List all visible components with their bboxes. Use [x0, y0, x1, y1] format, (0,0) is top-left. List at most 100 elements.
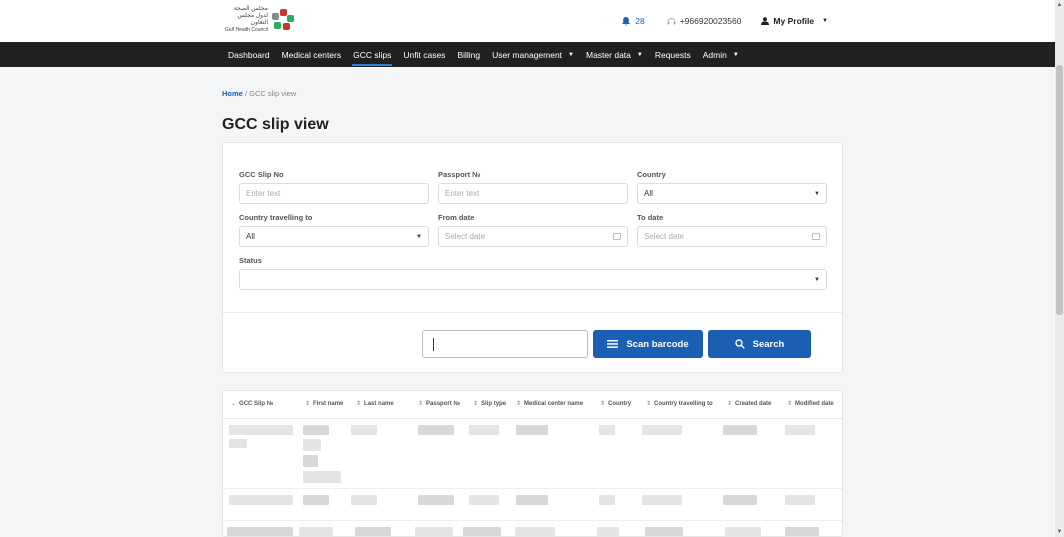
breadcrumb-current: GCC slip view: [249, 89, 297, 98]
my-profile-menu[interactable]: My Profile ▼: [761, 16, 832, 26]
column-country-travelling-to[interactable]: ⇕ Country travelling to: [646, 400, 713, 407]
passport-no-input[interactable]: Enter text: [438, 183, 628, 204]
sort-icon: ⇕: [356, 401, 362, 407]
redacted-cell: [229, 425, 293, 435]
nav-admin[interactable]: Admin ▼: [697, 42, 745, 67]
from-date-input[interactable]: Select date: [438, 226, 628, 247]
redacted-cell: [725, 527, 761, 536]
support-phone[interactable]: +966920023560: [667, 16, 742, 26]
scan-barcode-button[interactable]: Scan barcode: [593, 330, 703, 358]
redacted-cell: [418, 425, 454, 435]
sort-icon: ⇕: [418, 401, 424, 407]
gcc-slip-no-field: GCC Slip No Enter text: [239, 170, 429, 204]
redacted-cell: [303, 471, 341, 483]
nav-user-management[interactable]: User management ▼: [486, 42, 580, 67]
phone-number: +966920023560: [679, 16, 742, 26]
redacted-cell: [599, 495, 615, 505]
breadcrumb: Home / GCC slip view: [222, 89, 296, 98]
breadcrumb-separator: /: [244, 89, 248, 98]
logo-mark-icon: [272, 9, 294, 31]
redacted-cell: [599, 425, 615, 435]
redacted-cell: [303, 455, 318, 467]
redacted-cell: [645, 527, 683, 536]
redacted-cell: [723, 495, 757, 505]
passport-no-label: Passport №: [438, 170, 481, 179]
redacted-cell: [299, 527, 333, 536]
redacted-cell: [469, 425, 499, 435]
country-select[interactable]: All ▼: [637, 183, 827, 204]
redacted-cell: [642, 425, 682, 435]
gcc-slip-no-input[interactable]: Enter text: [239, 183, 429, 204]
column-medical-center-name[interactable]: ⇕ Medical center name: [516, 400, 583, 407]
column-slip-type[interactable]: ⇕ Slip type: [473, 400, 506, 407]
to-date-field: To date Select date: [637, 213, 827, 247]
barcode-icon: [607, 340, 619, 348]
nav-medical-centers[interactable]: Medical centers: [276, 42, 348, 67]
chevron-down-icon: ▼: [416, 233, 422, 240]
nav-billing[interactable]: Billing: [451, 42, 486, 67]
redacted-cell: [303, 425, 329, 435]
column-country[interactable]: ⇕ Country: [600, 400, 631, 407]
redacted-cell: [515, 527, 555, 536]
from-date-field: From date Select date: [438, 213, 628, 247]
card-divider: [223, 312, 842, 313]
redacted-cell: [469, 495, 499, 505]
sort-icon: ⇕: [600, 401, 606, 407]
scroll-down-arrow-icon[interactable]: ▼: [1055, 527, 1064, 537]
redacted-cell: [516, 495, 548, 505]
redacted-cell: [351, 425, 377, 435]
search-button[interactable]: Search: [708, 330, 811, 358]
barcode-input[interactable]: [422, 330, 588, 358]
column-passport-no[interactable]: ⇕ Passport №: [418, 400, 460, 407]
chevron-down-icon: ▼: [822, 18, 828, 24]
redacted-cell: [229, 439, 247, 448]
scroll-thumb[interactable]: [1056, 65, 1063, 315]
gulf-health-council-logo[interactable]: مجلس الصحة لدول مجلس التعاون Gulf Health…: [222, 4, 302, 36]
notifications-button[interactable]: 28: [622, 16, 645, 26]
nav-unfit-cases[interactable]: Unfit cases: [397, 42, 451, 67]
column-gcc-slip-no[interactable]: ⌄ GCC Slip №: [231, 400, 273, 407]
notification-count: 28: [635, 16, 645, 26]
sort-desc-icon: ⌄: [231, 401, 237, 407]
text-cursor: [433, 338, 434, 351]
redacted-cell: [355, 527, 391, 536]
to-date-label: To date: [637, 213, 664, 222]
table-row[interactable]: [223, 521, 842, 536]
nav-master-data[interactable]: Master data ▼: [580, 42, 649, 67]
chevron-down-icon: ▼: [814, 190, 820, 197]
nav-gcc-slips[interactable]: GCC slips: [347, 42, 397, 67]
top-header: مجلس الصحة لدول مجلس التعاون Gulf Health…: [0, 0, 1055, 42]
scroll-up-arrow-icon[interactable]: ▲: [1055, 0, 1064, 10]
redacted-cell: [303, 439, 321, 451]
table-row[interactable]: [223, 419, 842, 489]
sort-icon: ⇕: [516, 401, 522, 407]
status-label: Status: [239, 256, 262, 265]
logo-english: Gulf Health Council: [224, 27, 268, 33]
redacted-cell: [415, 527, 453, 536]
chevron-down-icon: ▼: [636, 51, 643, 58]
calendar-icon[interactable]: [812, 233, 820, 240]
redacted-cell: [516, 425, 548, 435]
country-label: Country: [637, 170, 666, 179]
nav-requests[interactable]: Requests: [649, 42, 697, 67]
country-travelling-to-field: Country travelling to All ▼: [239, 213, 429, 247]
country-travelling-to-select[interactable]: All ▼: [239, 226, 429, 247]
country-travelling-to-label: Country travelling to: [239, 213, 313, 222]
redacted-cell: [785, 495, 815, 505]
to-date-input[interactable]: Select date: [637, 226, 827, 247]
column-modified-date[interactable]: ⇕ Modified date: [787, 400, 834, 407]
column-first-name[interactable]: ⇕ First name: [305, 400, 343, 407]
table-header: ⌄ GCC Slip № ⇕ First name ⇕ Last name ⇕ Pass…: [223, 391, 842, 419]
status-select[interactable]: ▼: [239, 269, 827, 290]
calendar-icon[interactable]: [613, 233, 621, 240]
column-created-date[interactable]: ⇕ Created date: [727, 400, 771, 407]
main-navigation: Dashboard Medical centers GCC slips Unfi…: [0, 42, 1055, 67]
table-row[interactable]: [223, 489, 842, 521]
breadcrumb-home-link[interactable]: Home: [222, 89, 243, 98]
page-scrollbar[interactable]: ▲ ▼: [1055, 0, 1064, 537]
column-last-name[interactable]: ⇕ Last name: [356, 400, 394, 407]
redacted-cell: [723, 425, 757, 435]
nav-dashboard[interactable]: Dashboard: [222, 42, 276, 67]
sort-icon: ⇕: [727, 401, 733, 407]
redacted-cell: [303, 495, 329, 505]
